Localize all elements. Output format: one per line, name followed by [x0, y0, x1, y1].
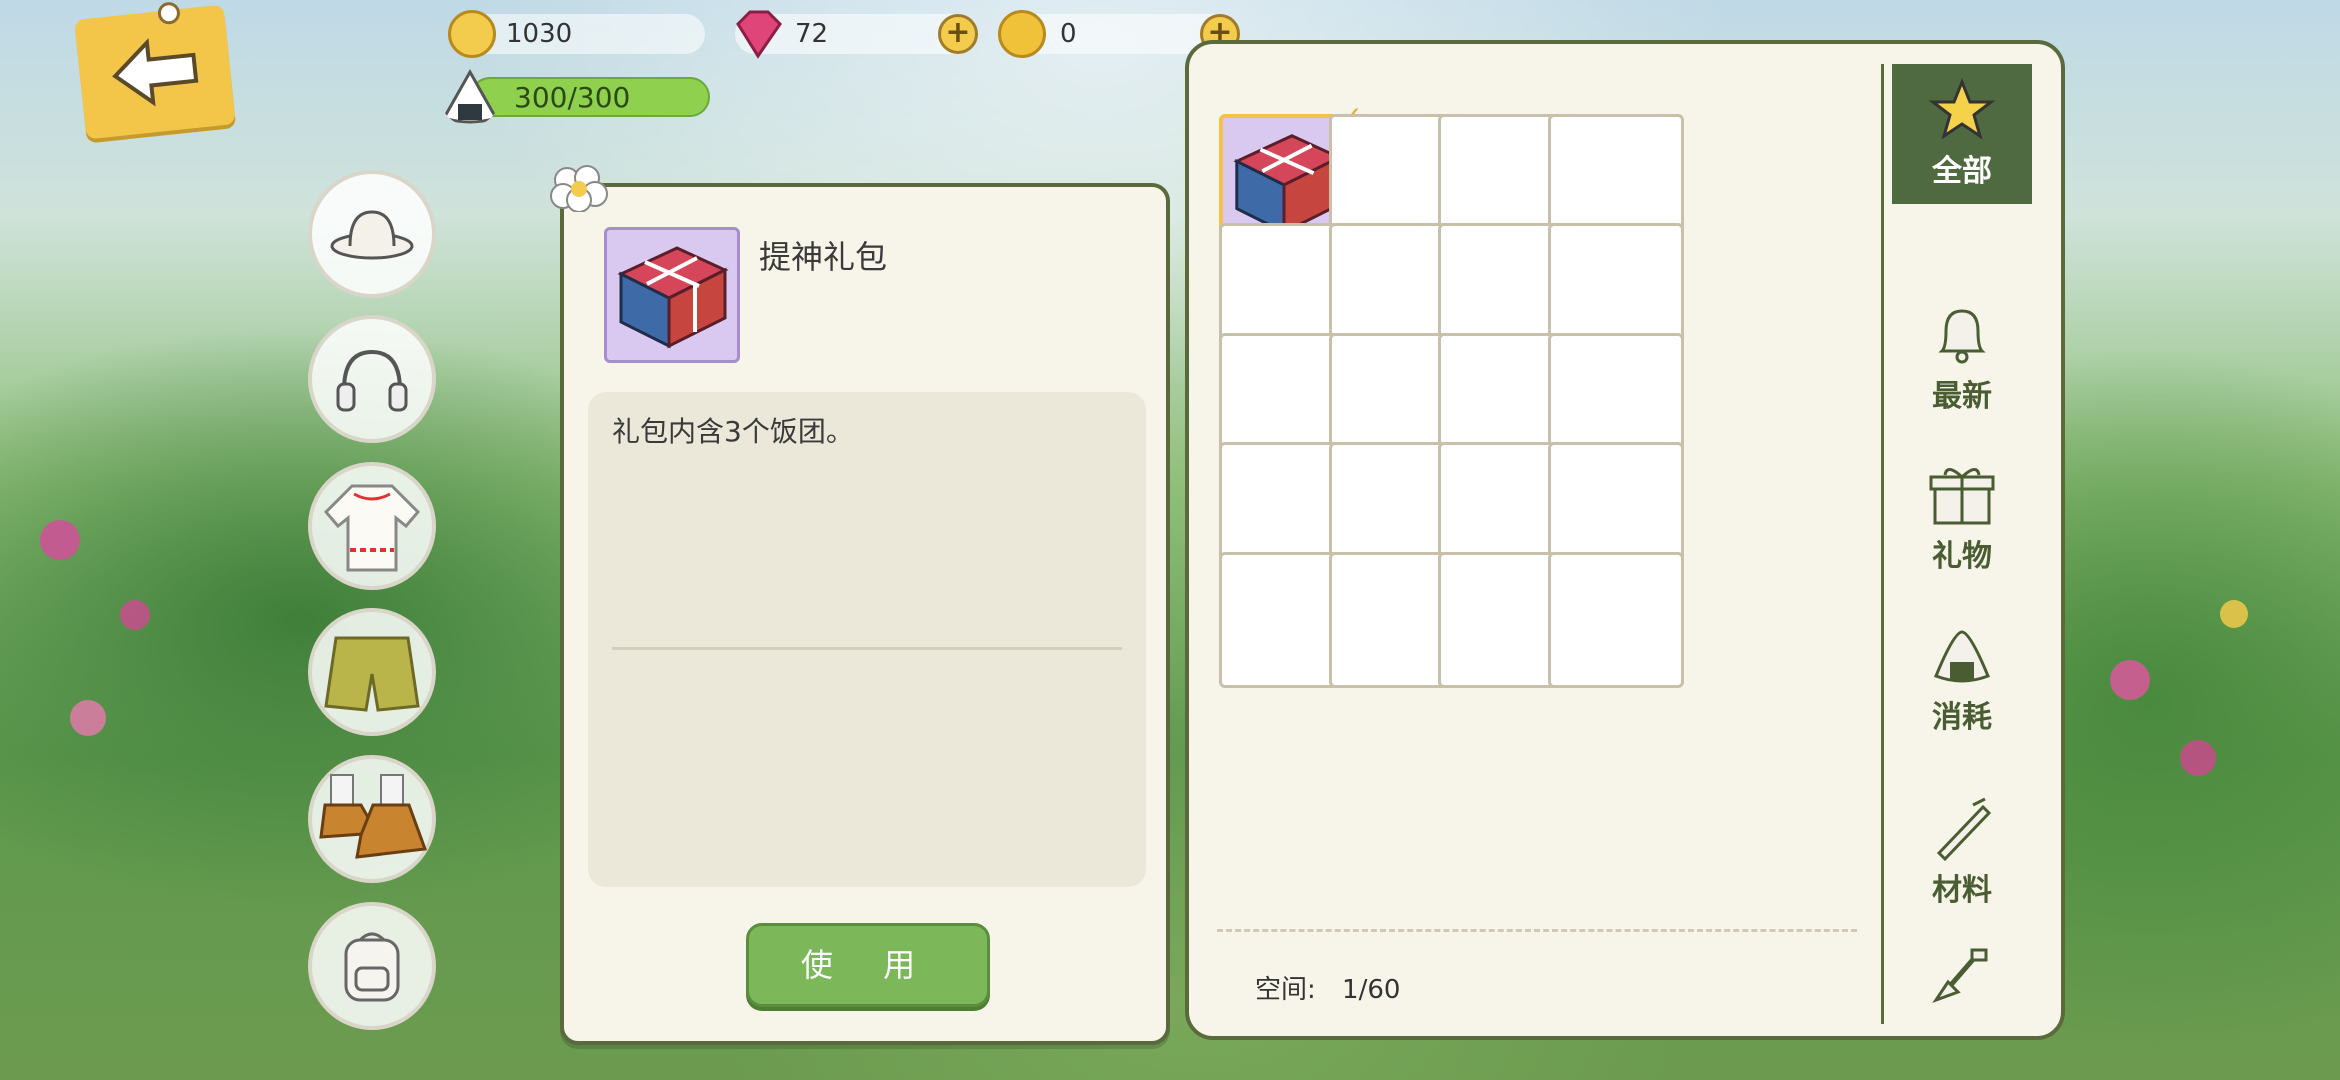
gift-icon	[1929, 468, 1995, 525]
tab-newest[interactable]: 最新	[1892, 289, 2032, 429]
headphones-icon	[336, 349, 408, 412]
tab-materials[interactable]: 材料	[1892, 779, 2032, 919]
scroll-icon	[1936, 797, 1992, 861]
capacity-value: 1/60	[1342, 975, 1401, 1005]
tab-consumables[interactable]: 消耗	[1892, 614, 2032, 754]
stamina-value: 300/300	[514, 80, 631, 114]
hat-icon	[330, 210, 414, 260]
tab-label: 最新	[1932, 379, 1992, 414]
category-bags[interactable]	[308, 902, 436, 1030]
category-headphones[interactable]	[308, 315, 436, 443]
coin-icon	[448, 10, 496, 58]
item-description: 礼包内含3个饭团。	[612, 415, 854, 448]
flower-decoration-icon	[550, 165, 608, 212]
shorts-icon	[324, 636, 420, 712]
tab-label: 消耗	[1932, 700, 1992, 735]
gem-icon	[736, 10, 782, 59]
backpack-icon	[344, 932, 400, 1002]
tab-gifts[interactable]: 礼物	[1892, 449, 2032, 589]
description-box: 礼包内含3个饭团。	[588, 392, 1146, 887]
tab-all[interactable]: 全部	[1892, 64, 2032, 204]
inventory-panel: ✓1 空间: 1/60 全部 最新 礼物	[1185, 40, 2065, 1040]
category-tabs: 全部 最新 礼物 消耗 材料	[1881, 64, 2044, 1024]
add-gems-button[interactable]: +	[938, 14, 978, 54]
gift-box-icon	[617, 246, 729, 349]
arrow-left-icon	[112, 38, 199, 107]
back-button[interactable]	[74, 1, 236, 140]
item-name: 提神礼包	[759, 238, 888, 276]
shoes-icon	[319, 774, 427, 859]
bell-icon	[1938, 309, 1986, 364]
capacity-info: 空间: 1/60	[1255, 969, 1400, 1006]
yarn-value: 0	[1060, 19, 1077, 49]
divider	[1217, 929, 1857, 932]
pin-icon	[156, 1, 182, 26]
stamina-bar: 300/300	[470, 77, 710, 117]
coin-value: 1030	[506, 19, 573, 49]
rice-ball-icon	[441, 68, 499, 124]
item-detail-panel: 提神礼包 礼包内含3个饭团。 使 用	[560, 183, 1170, 1045]
yarn-icon	[998, 10, 1046, 58]
item-thumbnail	[604, 227, 740, 363]
category-bottoms[interactable]	[308, 608, 436, 736]
tab-label: 材料	[1932, 873, 1992, 908]
top-icon	[323, 484, 421, 572]
capacity-label: 空间:	[1255, 975, 1316, 1005]
use-button[interactable]: 使 用	[746, 923, 990, 1007]
tab-label: 全部	[1932, 154, 1992, 189]
category-tops[interactable]	[308, 462, 436, 590]
star-icon	[1928, 78, 1996, 140]
tab-label: 礼物	[1932, 539, 1992, 574]
tab-tools[interactable]	[1892, 932, 2032, 1024]
gem-value: 72	[795, 19, 829, 49]
category-hat[interactable]	[308, 170, 436, 298]
rice-ball-icon	[1934, 630, 1990, 683]
category-shoes[interactable]	[308, 755, 436, 883]
shovel-icon	[1932, 948, 1988, 1003]
inventory-slot[interactable]	[1548, 552, 1684, 688]
divider	[612, 647, 1122, 650]
